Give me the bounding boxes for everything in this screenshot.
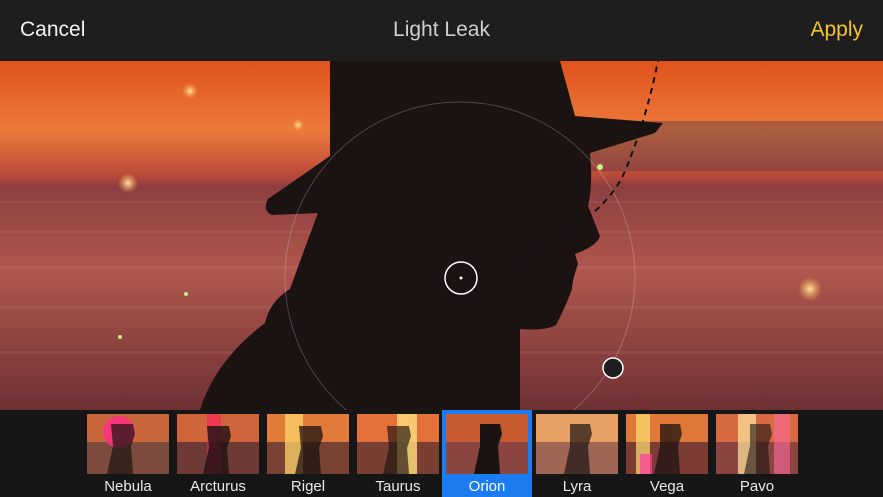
filter-arcturus[interactable]: Arcturus bbox=[173, 410, 263, 497]
filter-thumbnail bbox=[446, 414, 528, 474]
filter-strip: Nebula Arcturus Rigel Taurus Orion Lyra … bbox=[0, 410, 883, 497]
filter-taurus[interactable]: Taurus bbox=[353, 410, 443, 497]
apply-button[interactable]: Apply bbox=[810, 18, 863, 42]
filter-thumbnail bbox=[536, 414, 618, 474]
filter-label: Nebula bbox=[104, 478, 152, 495]
filter-label: Arcturus bbox=[190, 478, 246, 495]
top-toolbar: Cancel Light Leak Apply bbox=[0, 0, 883, 62]
filter-label: Pavo bbox=[739, 478, 775, 495]
filter-label: Rigel bbox=[290, 478, 326, 495]
filter-thumbnail bbox=[716, 414, 798, 474]
filter-orion[interactable]: Orion bbox=[442, 410, 532, 497]
filter-thumbnail bbox=[177, 414, 259, 474]
filter-rigel[interactable]: Rigel bbox=[263, 410, 353, 497]
filter-nebula[interactable]: Nebula bbox=[83, 410, 173, 497]
filter-thumbnail bbox=[267, 414, 349, 474]
filter-label: Lyra bbox=[562, 478, 592, 495]
filter-label: Taurus bbox=[375, 478, 421, 495]
photo-preview bbox=[0, 61, 883, 410]
filter-label: Vega bbox=[649, 478, 685, 495]
filter-vega[interactable]: Vega bbox=[622, 410, 712, 497]
filter-label: Orion bbox=[468, 478, 506, 495]
filter-lyra[interactable]: Lyra bbox=[532, 410, 622, 497]
filter-thumbnail bbox=[357, 414, 439, 474]
filter-thumbnail bbox=[87, 414, 169, 474]
page-title: Light Leak bbox=[393, 18, 490, 41]
filter-thumbnail bbox=[626, 414, 708, 474]
radius-handle[interactable] bbox=[602, 357, 624, 379]
photo-canvas[interactable] bbox=[0, 61, 883, 410]
filter-pavo[interactable]: Pavo bbox=[712, 410, 802, 497]
